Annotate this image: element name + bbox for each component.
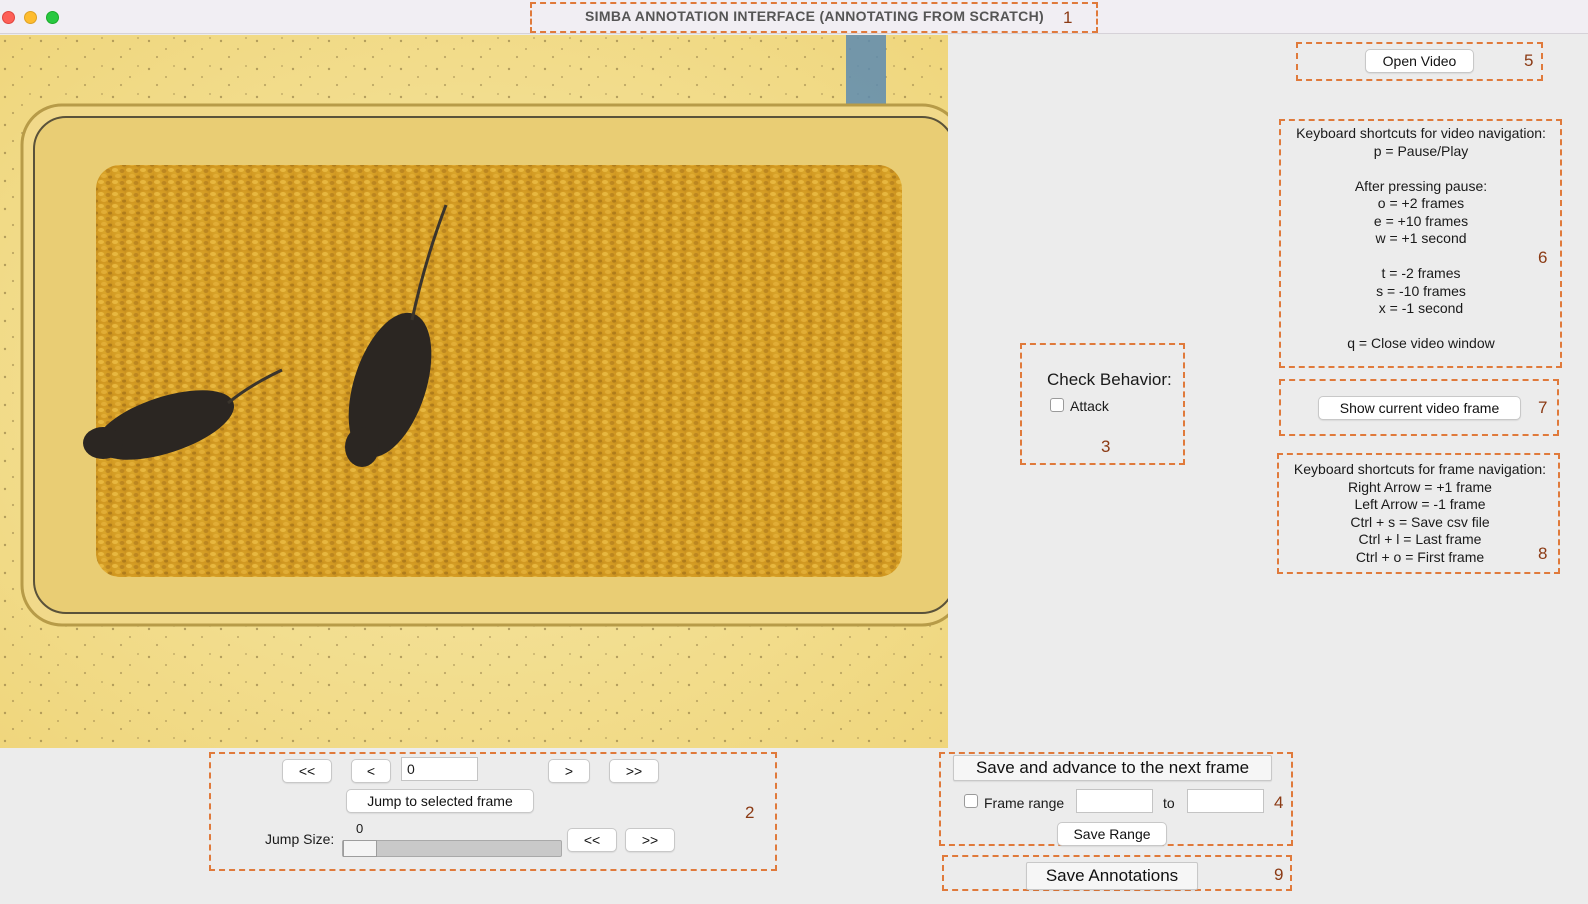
annotation-number-4: 4	[1274, 793, 1284, 812]
shortcut-line: x = -1 second	[1378, 300, 1464, 316]
frame-shortcuts-text: Keyboard shortcuts for frame navigation:…	[1279, 461, 1561, 566]
video-frame-image	[0, 35, 948, 748]
close-window-button[interactable]	[2, 11, 15, 24]
previous-frame-button[interactable]: <	[351, 759, 391, 783]
shortcut-line: w = +1 second	[1375, 230, 1467, 246]
annotation-number-2: 2	[745, 803, 755, 822]
annotation-number-3: 3	[1101, 437, 1111, 456]
jump-size-label: Jump Size:	[265, 831, 335, 847]
jump-back-button[interactable]: <<	[567, 828, 617, 852]
range-start-input[interactable]	[1076, 789, 1153, 813]
shortcut-line: p = Pause/Play	[1373, 142, 1469, 159]
annotation-box-title	[530, 2, 1098, 33]
frame-number-input[interactable]: 0	[401, 757, 478, 781]
shortcut-line	[1281, 160, 1561, 178]
save-and-advance-button[interactable]: Save and advance to the next frame	[953, 755, 1272, 781]
shortcut-line: Ctrl + l = Last frame	[1358, 531, 1482, 547]
open-video-button[interactable]: Open Video	[1365, 49, 1474, 73]
jump-size-slider[interactable]	[342, 840, 562, 857]
range-to-label: to	[1163, 795, 1175, 811]
shortcut-line: Ctrl + o = First frame	[1355, 548, 1485, 565]
shortcut-line: t = -2 frames	[1381, 265, 1461, 281]
frame-range-label: Frame range	[984, 795, 1065, 811]
frame-range-checkbox[interactable]	[964, 794, 978, 808]
video-frame	[0, 35, 948, 748]
save-annotations-button[interactable]: Save Annotations	[1026, 862, 1198, 890]
annotation-number-5: 5	[1524, 51, 1534, 70]
annotation-number-7: 7	[1538, 398, 1548, 417]
attack-checkbox[interactable]	[1050, 398, 1064, 412]
shortcut-line: Keyboard shortcuts for video navigation:	[1296, 125, 1546, 141]
shortcut-line: After pressing pause:	[1354, 177, 1488, 194]
shortcut-line: e = +10 frames	[1373, 212, 1469, 229]
jump-forward-button[interactable]: >>	[625, 828, 675, 852]
attack-label: Attack	[1070, 398, 1109, 414]
next-frame-button[interactable]: >	[548, 759, 590, 783]
shortcut-line: Ctrl + s = Save csv file	[1350, 513, 1490, 530]
annotation-number-1: 1	[1063, 8, 1073, 27]
slider-thumb[interactable]	[343, 840, 377, 857]
shortcut-line	[1281, 318, 1561, 336]
jump-to-frame-button[interactable]: Jump to selected frame	[346, 789, 534, 813]
shortcut-line: Right Arrow = +1 frame	[1348, 478, 1492, 495]
range-end-input[interactable]	[1187, 789, 1264, 813]
maximize-window-button[interactable]	[46, 11, 59, 24]
shortcut-line: Keyboard shortcuts for frame navigation:	[1293, 461, 1547, 477]
save-range-button[interactable]: Save Range	[1057, 822, 1167, 846]
minimize-window-button[interactable]	[24, 11, 37, 24]
first-frame-button[interactable]: <<	[282, 759, 332, 783]
video-shortcuts-text: Keyboard shortcuts for video navigation:…	[1281, 125, 1561, 353]
show-current-frame-button[interactable]: Show current video frame	[1318, 396, 1521, 420]
shortcut-line: o = +2 frames	[1377, 195, 1465, 211]
jump-size-value: 0	[356, 821, 364, 836]
shortcut-line: s = -10 frames	[1376, 282, 1466, 299]
check-behavior-heading: Check Behavior:	[1047, 370, 1172, 389]
annotation-number-9: 9	[1274, 865, 1284, 884]
shortcut-line: Left Arrow = -1 frame	[1354, 496, 1486, 512]
shortcut-line	[1281, 248, 1561, 266]
shortcut-line: q = Close video window	[1347, 335, 1495, 351]
last-frame-button[interactable]: >>	[609, 759, 659, 783]
